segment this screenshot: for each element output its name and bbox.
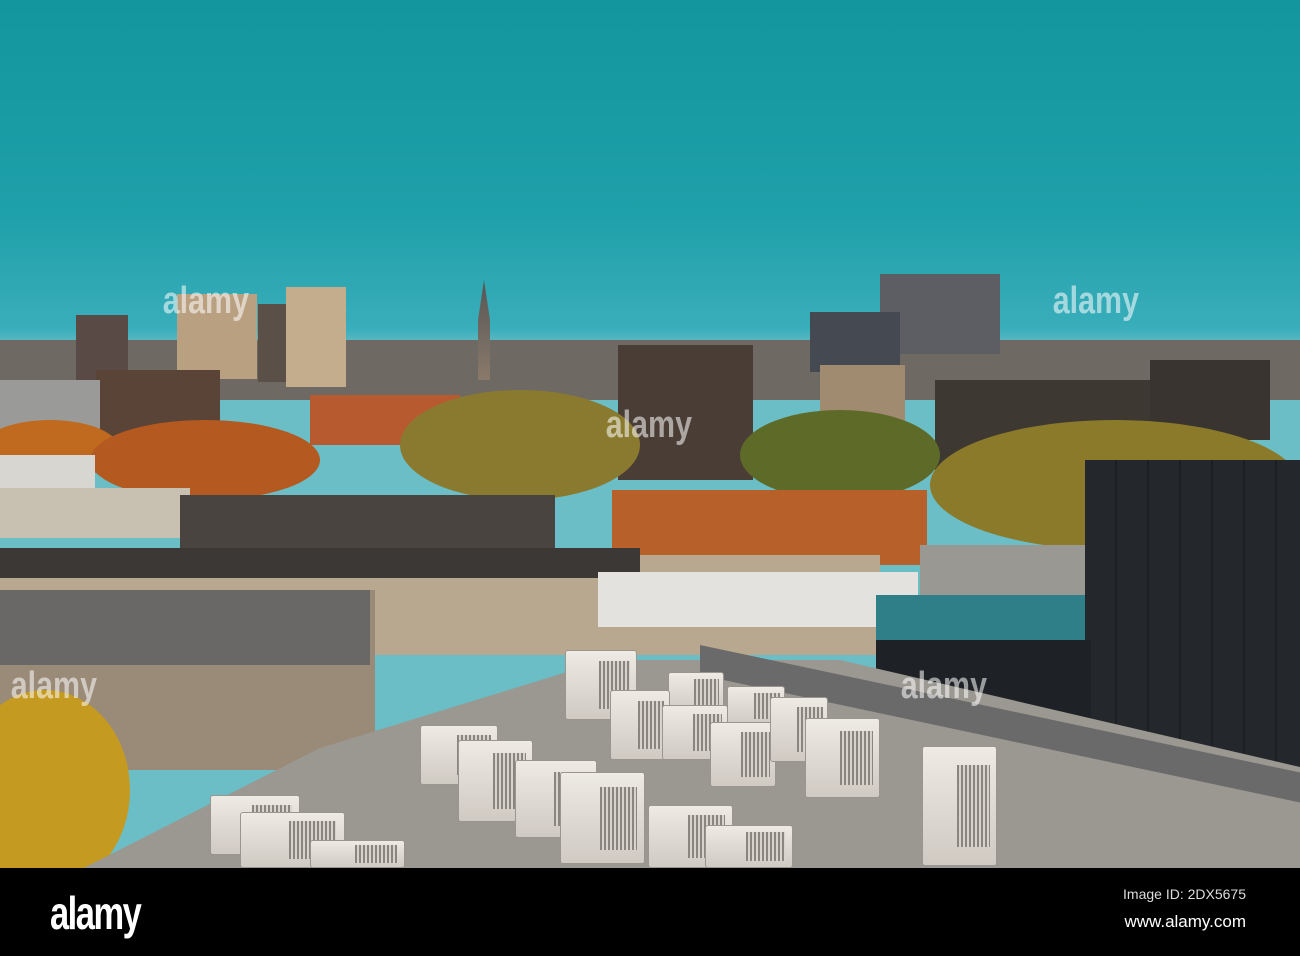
tree <box>740 410 940 500</box>
tower <box>258 304 288 382</box>
ac-unit <box>560 772 645 864</box>
alamy-watermark: alamy <box>10 665 97 707</box>
ac-unit <box>710 722 776 787</box>
ac-unit <box>705 825 793 868</box>
alamy-watermark: alamy <box>162 280 249 322</box>
alamy-watermark: alamy <box>605 404 692 446</box>
orange-building <box>612 490 927 565</box>
tower <box>810 312 900 372</box>
townhouse-roof <box>0 548 640 578</box>
ac-unit <box>310 840 405 868</box>
alamy-watermark: alamy <box>900 665 987 707</box>
image-id: Image ID: 2DX5675 <box>1123 886 1246 902</box>
watermark-footer: alamy Image ID: 2DX5675 www.alamy.com <box>0 868 1300 956</box>
ac-unit <box>610 690 670 760</box>
slate-roof <box>0 590 370 665</box>
tree <box>400 390 640 500</box>
mid-building <box>0 488 190 538</box>
tower <box>286 287 346 387</box>
alamy-watermark: alamy <box>1052 280 1139 322</box>
dark-building <box>1085 460 1300 770</box>
alamy-logo: alamy <box>50 887 142 939</box>
flat-roof <box>920 545 1090 595</box>
church-spire <box>478 280 490 380</box>
ac-unit-large <box>922 746 997 866</box>
alamy-url: www.alamy.com <box>1124 912 1246 931</box>
white-roof <box>598 572 918 627</box>
roof <box>180 495 555 555</box>
city-skyline-photo: alamy alamy alamy alamy alamy <box>0 0 1300 868</box>
ac-unit <box>805 718 880 798</box>
